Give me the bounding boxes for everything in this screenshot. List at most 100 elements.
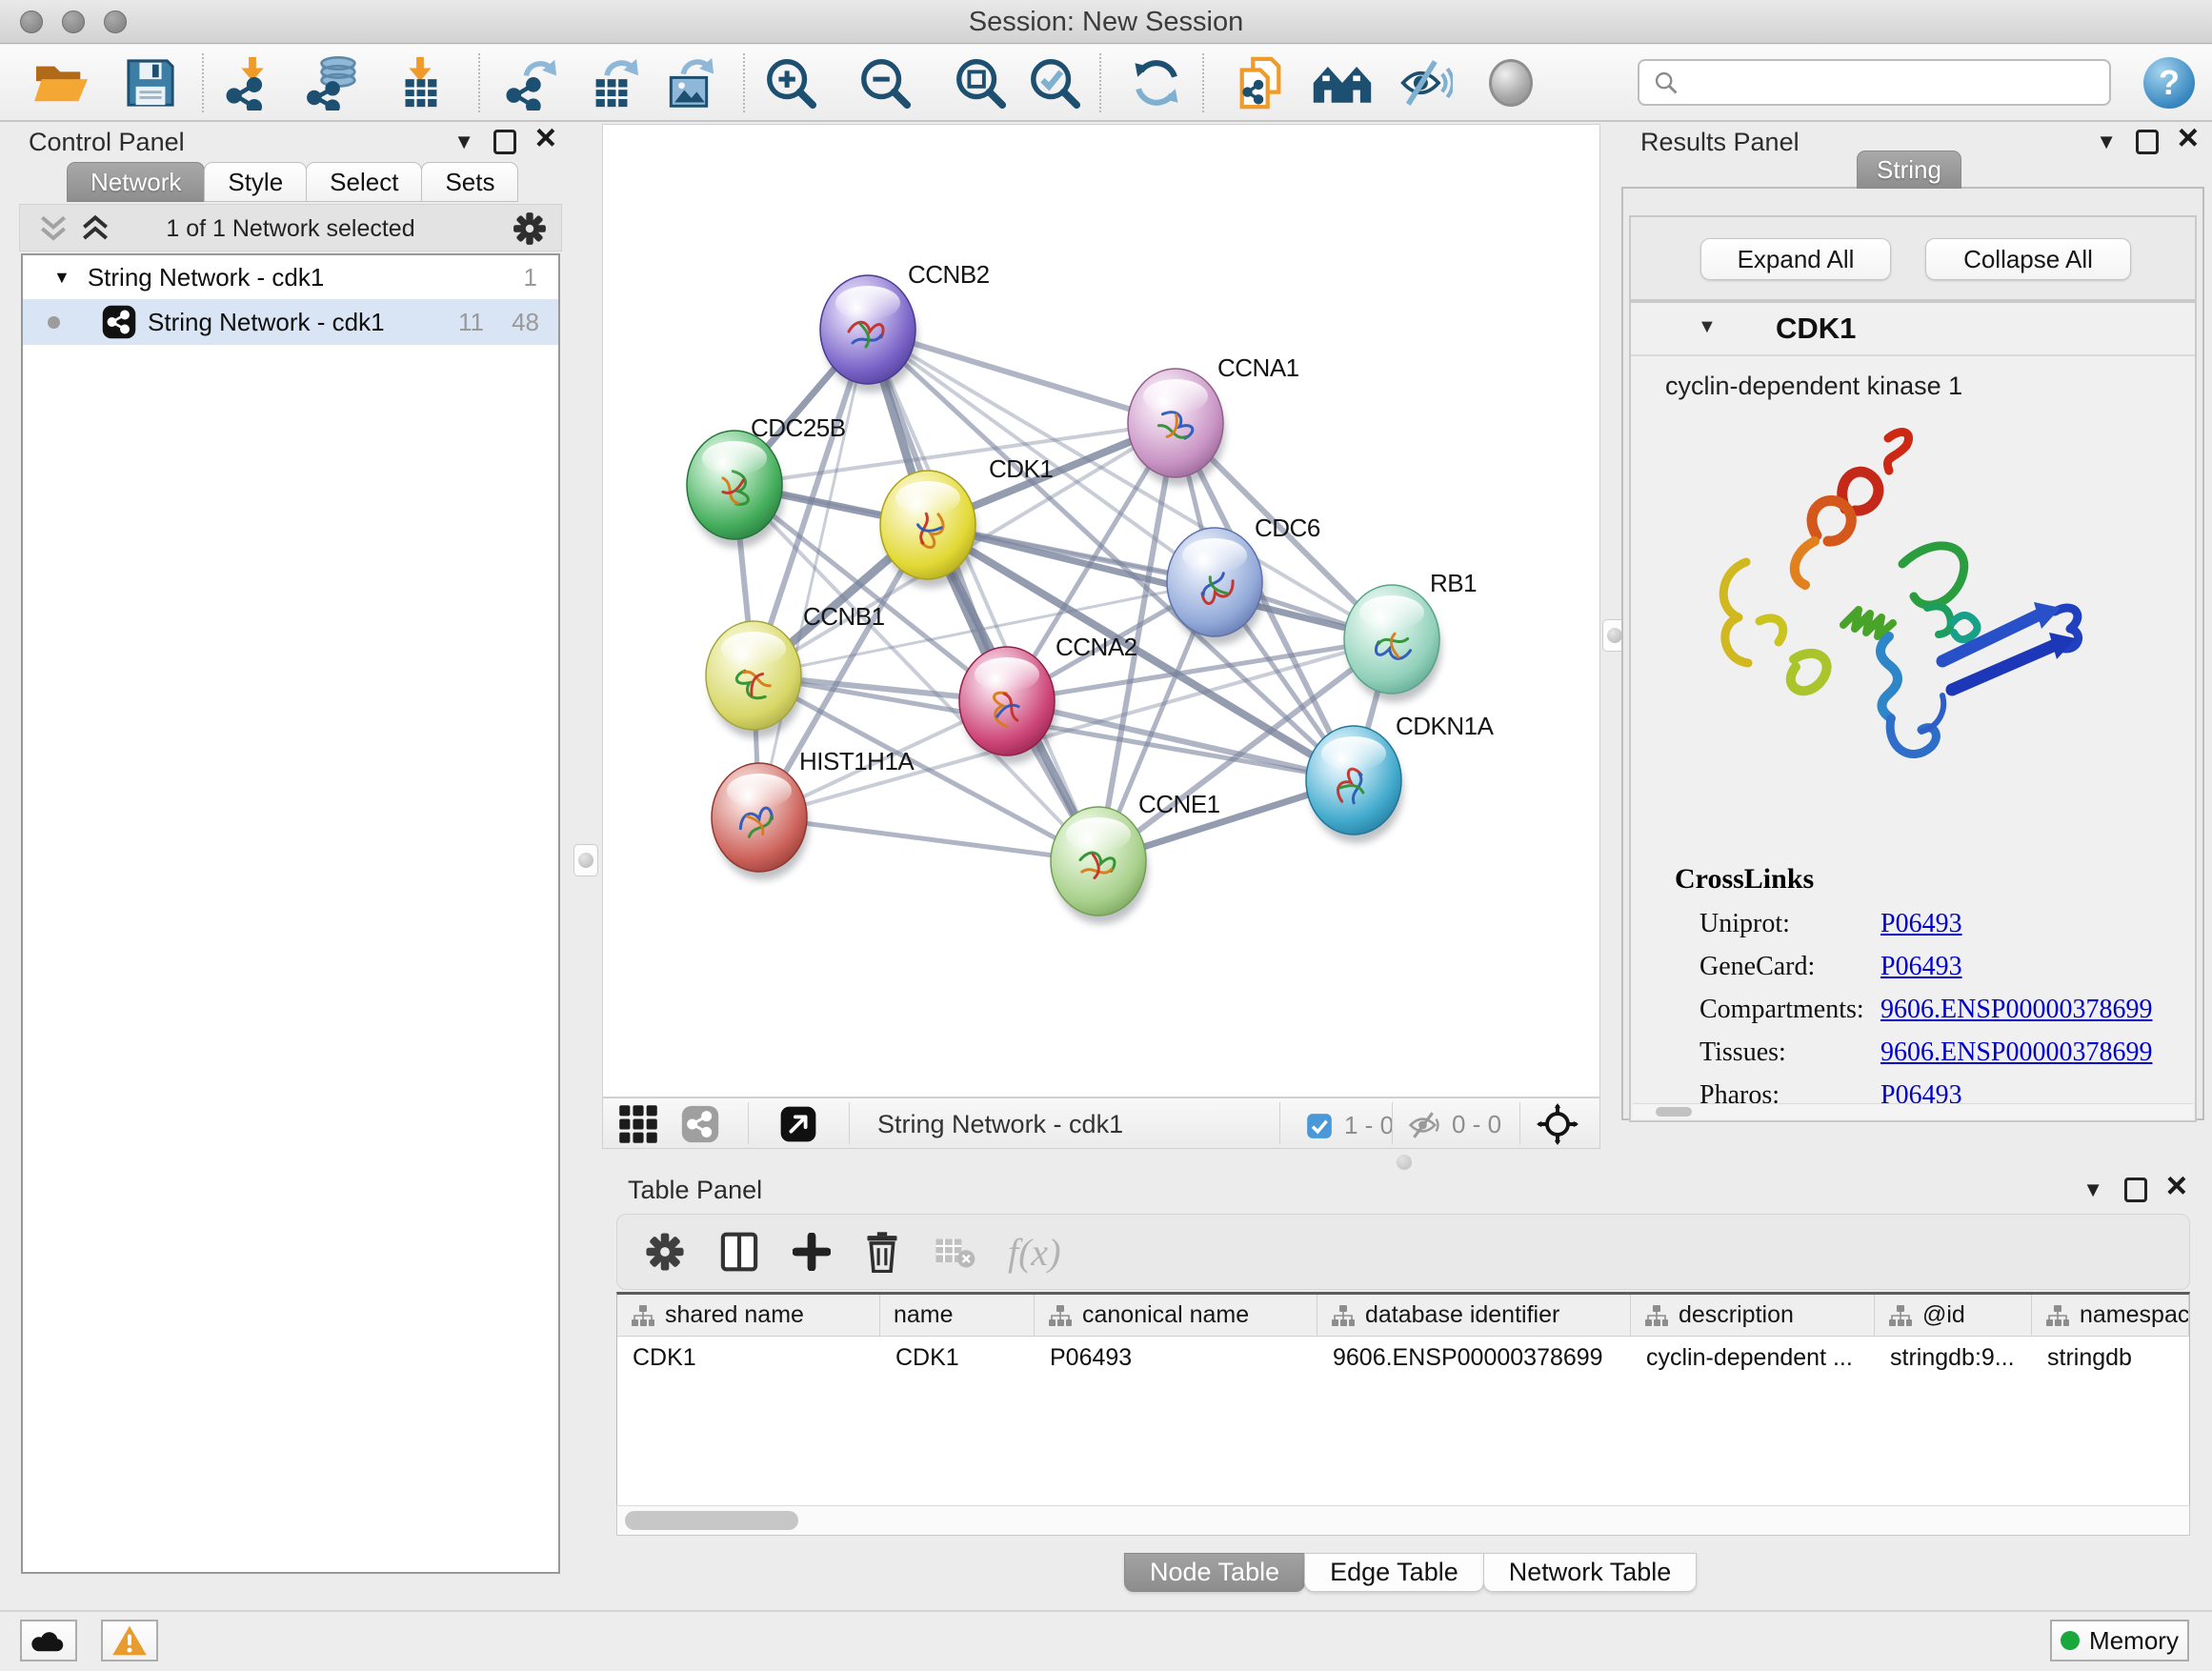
column-header-namespac[interactable]: namespac xyxy=(2032,1295,2189,1336)
column-header--id[interactable]: @id xyxy=(1875,1295,2032,1336)
hide-graphics-details-button[interactable] xyxy=(1397,54,1456,111)
tab-string[interactable]: String xyxy=(1857,151,1961,189)
network-graph[interactable]: CCNB2CCNA1CDC25BCDK1CDC6RB1CCNB1CCNA2CDK… xyxy=(603,125,1599,1097)
node-CDKN1A[interactable] xyxy=(1306,726,1403,843)
table-cell[interactable]: P06493 xyxy=(1035,1337,1317,1379)
column-header-description[interactable]: description xyxy=(1631,1295,1875,1336)
network-row-selected[interactable]: String Network - cdk1 11 48 xyxy=(23,299,558,345)
crosslink-link[interactable]: P06493 xyxy=(1880,909,1962,952)
import-table-button[interactable] xyxy=(389,54,452,111)
close-panel-icon[interactable]: × xyxy=(535,126,556,151)
table-cell[interactable]: cyclin-dependent ... xyxy=(1631,1337,1875,1379)
import-network-from-database-button[interactable] xyxy=(303,54,370,111)
table-cell[interactable]: stringdb:9... xyxy=(1875,1337,2032,1379)
tab-network-table[interactable]: Network Table xyxy=(1483,1553,1698,1592)
node-CCNA1[interactable] xyxy=(1128,369,1225,486)
collapse-panel-icon[interactable]: ▼ xyxy=(453,130,474,154)
help-button[interactable]: ? xyxy=(2143,57,2195,109)
annotation-button[interactable] xyxy=(1233,54,1288,111)
tab-network[interactable]: Network xyxy=(67,162,205,202)
network-options-gear-icon[interactable] xyxy=(512,211,548,247)
zoom-selected-button[interactable] xyxy=(1021,54,1088,111)
crosslink-link[interactable]: 9606.ENSP00000378699 xyxy=(1880,995,2152,1037)
crosslink-link[interactable]: 9606.ENSP00000378699 xyxy=(1880,1037,2152,1080)
crosslink-link[interactable]: P06493 xyxy=(1880,952,1962,995)
left-splitter-handle[interactable] xyxy=(573,844,598,876)
edge-CCNB2-HIST1H1A[interactable] xyxy=(759,330,868,817)
collapse-panel-icon[interactable]: ▼ xyxy=(2096,130,2117,154)
home-layout-button[interactable] xyxy=(1307,54,1377,111)
tab-style[interactable]: Style xyxy=(204,162,307,202)
selected-elements-indicator[interactable]: 1 - 0 xyxy=(1306,1111,1394,1140)
gene-expander-icon[interactable]: ▼ xyxy=(1698,316,1717,338)
horizontal-splitter-handle[interactable] xyxy=(1397,1155,1412,1170)
string-network-view-button[interactable] xyxy=(681,1105,719,1143)
scrollbar-thumb[interactable] xyxy=(1656,1107,1692,1117)
node-RB1[interactable] xyxy=(1344,585,1441,702)
network-collection-row[interactable]: ▼ String Network - cdk1 1 xyxy=(23,255,558,299)
open-in-window-button[interactable] xyxy=(780,1106,816,1142)
node-CDK1[interactable] xyxy=(880,471,977,588)
table-row[interactable]: CDK1CDK1P064939606.ENSP00000378699cyclin… xyxy=(617,1337,2189,1379)
zoom-out-button[interactable] xyxy=(854,54,916,111)
column-header-shared-name[interactable]: shared name xyxy=(617,1295,880,1336)
zoom-fit-button[interactable] xyxy=(949,54,1012,111)
tab-select[interactable]: Select xyxy=(306,162,422,202)
memory-button[interactable]: Memory xyxy=(2050,1620,2189,1661)
table-cell[interactable]: CDK1 xyxy=(880,1337,1035,1379)
export-table-button[interactable] xyxy=(583,54,642,111)
close-panel-icon[interactable]: × xyxy=(2166,1174,2187,1198)
node-CDC25B[interactable] xyxy=(687,431,784,548)
table-options-gear-icon[interactable] xyxy=(644,1231,686,1273)
tab-sets[interactable]: Sets xyxy=(421,162,518,202)
search-input[interactable] xyxy=(1689,69,2096,96)
table-cell[interactable]: stringdb xyxy=(2032,1337,2189,1379)
node-CDC6[interactable] xyxy=(1167,528,1264,645)
memory-label: Memory xyxy=(2089,1626,2179,1656)
edge-CCNB2-CCNE1[interactable] xyxy=(868,330,1098,861)
tab-node-table[interactable]: Node Table xyxy=(1124,1553,1305,1592)
network-canvas[interactable]: CCNB2CCNA1CDC25BCDK1CDC6RB1CCNB1CCNA2CDK… xyxy=(602,124,1600,1097)
add-column-icon[interactable] xyxy=(793,1233,831,1271)
float-panel-icon[interactable] xyxy=(493,130,516,154)
refresh-view-button[interactable] xyxy=(1130,54,1183,111)
birds-eye-view-button[interactable] xyxy=(1482,54,1539,111)
column-header-canonical-name[interactable]: canonical name xyxy=(1035,1295,1317,1336)
export-image-button[interactable] xyxy=(661,54,716,111)
gene-box-scrollbar[interactable] xyxy=(1633,1103,2193,1118)
expand-all-button[interactable]: Expand All xyxy=(1700,238,1891,280)
column-header-database-identifier[interactable]: database identifier xyxy=(1317,1295,1631,1336)
node-CCNA2[interactable] xyxy=(959,647,1056,764)
table-hscrollbar-thumb[interactable] xyxy=(625,1511,798,1530)
node-CCNB1[interactable] xyxy=(706,621,803,738)
close-panel-icon[interactable]: × xyxy=(2178,126,2199,151)
network-grid-view-button[interactable] xyxy=(618,1104,658,1144)
show-columns-icon[interactable] xyxy=(718,1231,760,1273)
tab-edge-table[interactable]: Edge Table xyxy=(1304,1553,1484,1592)
cloud-status-button[interactable] xyxy=(20,1620,77,1661)
tree-expander-icon[interactable]: ▼ xyxy=(53,268,70,288)
table-cell[interactable]: CDK1 xyxy=(617,1337,880,1379)
column-header-name[interactable]: name xyxy=(880,1295,1035,1336)
gene-header[interactable]: ▼ CDK1 xyxy=(1631,303,2195,356)
edge-HIST1H1A-CCNE1[interactable] xyxy=(759,817,1098,861)
table-hscrollbar[interactable] xyxy=(616,1505,2190,1536)
search-box[interactable] xyxy=(1638,59,2111,106)
float-panel-icon[interactable] xyxy=(2136,130,2159,154)
collapse-all-button[interactable]: Collapse All xyxy=(1925,238,2131,280)
fit-content-button[interactable] xyxy=(1537,1103,1579,1145)
float-panel-icon[interactable] xyxy=(2124,1178,2147,1202)
node-CCNB2[interactable] xyxy=(820,275,917,393)
zoom-in-button[interactable] xyxy=(758,54,823,111)
export-network-button[interactable] xyxy=(503,54,560,111)
hidden-elements-indicator[interactable]: 0 - 0 xyxy=(1408,1110,1501,1139)
delete-column-icon[interactable] xyxy=(863,1231,901,1273)
open-session-button[interactable] xyxy=(29,54,95,111)
table-cell[interactable]: 9606.ENSP00000378699 xyxy=(1317,1337,1631,1379)
collapse-panel-icon[interactable]: ▼ xyxy=(2082,1178,2103,1202)
warnings-button[interactable] xyxy=(101,1620,158,1661)
node-CCNE1[interactable] xyxy=(1051,807,1148,924)
import-network-button[interactable] xyxy=(223,54,282,111)
save-session-button[interactable] xyxy=(122,54,179,111)
node-HIST1H1A[interactable] xyxy=(712,763,809,880)
